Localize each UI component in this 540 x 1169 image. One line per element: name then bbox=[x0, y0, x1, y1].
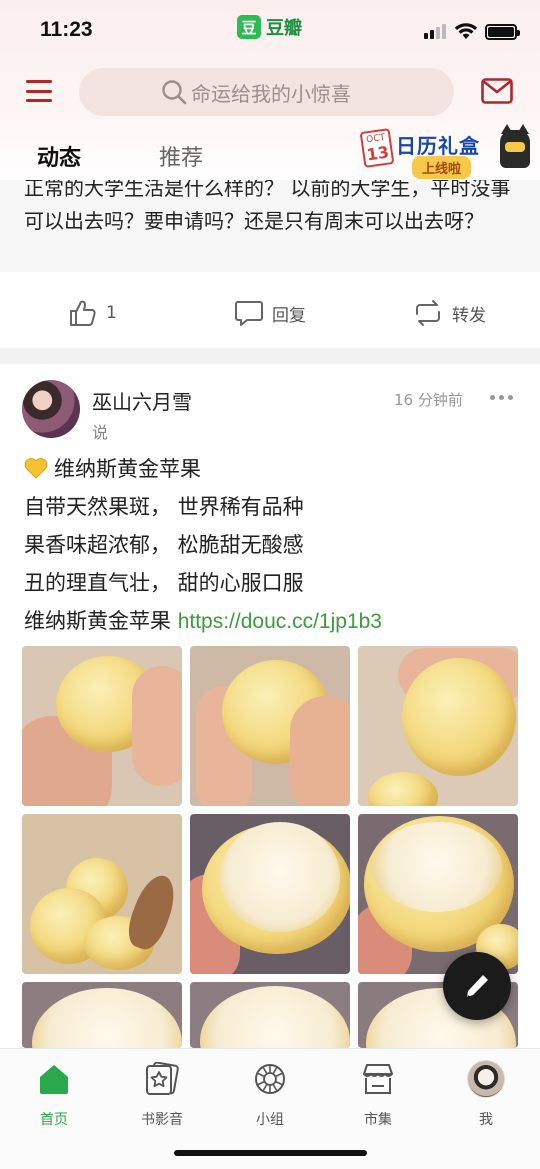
promo-title: 日历礼盒 bbox=[396, 134, 480, 158]
repost-label: 转发 bbox=[452, 305, 486, 326]
nav-home[interactable]: 首页 bbox=[14, 1059, 94, 1129]
calendar-gift-box-banner[interactable]: OCT 13 日历礼盒 上线啦 bbox=[350, 122, 536, 180]
post-image-3[interactable] bbox=[358, 646, 518, 806]
wifi-icon bbox=[454, 23, 478, 39]
post-line-2: 自带天然果斑， 世界稀有品种 bbox=[24, 495, 304, 519]
app-name: 豆瓣 bbox=[266, 18, 302, 39]
nav-groups[interactable]: 小组 bbox=[230, 1059, 310, 1129]
mail-icon[interactable] bbox=[481, 78, 513, 104]
home-icon bbox=[40, 1065, 68, 1094]
status-bar: 11:23 豆 豆瓣 bbox=[0, 0, 540, 62]
post-time: 16 分钟前 bbox=[394, 391, 463, 409]
nav-me[interactable]: 我 bbox=[446, 1059, 526, 1129]
author-avatar[interactable] bbox=[22, 380, 80, 438]
market-icon bbox=[363, 1064, 393, 1094]
post-image-7[interactable] bbox=[22, 982, 182, 1048]
battery-icon bbox=[485, 24, 520, 40]
search-bar[interactable]: 命运给我的小惊喜 bbox=[79, 68, 454, 116]
tab-following[interactable]: 动态 bbox=[37, 140, 82, 184]
search-placeholder: 命运给我的小惊喜 bbox=[191, 81, 351, 106]
app-badge: 豆 豆瓣 bbox=[237, 14, 302, 40]
post-line-4: 丑的理直气壮， 甜的心服口服 bbox=[24, 571, 304, 595]
yellow-heart-icon bbox=[24, 458, 48, 479]
calendar-icon: OCT 13 bbox=[359, 128, 395, 168]
reply-label: 回复 bbox=[272, 305, 306, 326]
status-time: 11:23 bbox=[40, 18, 93, 41]
author-name[interactable]: 巫山六月雪 bbox=[92, 386, 192, 415]
nav-market[interactable]: 市集 bbox=[338, 1059, 418, 1129]
reply-button[interactable]: 回复 bbox=[234, 298, 306, 328]
search-icon bbox=[162, 80, 187, 105]
feed-divider bbox=[0, 348, 540, 364]
repost-icon bbox=[416, 300, 440, 326]
post-action-bar: 1 回复 转发 bbox=[0, 272, 540, 352]
promo-subtitle: 上线啦 bbox=[412, 156, 472, 179]
post-image-6[interactable] bbox=[358, 814, 518, 974]
tab-recommended[interactable]: 推荐 bbox=[159, 140, 203, 172]
comment-icon bbox=[235, 301, 263, 326]
star-card-icon bbox=[146, 1062, 179, 1095]
post-image-2[interactable] bbox=[190, 646, 350, 806]
post-line-1: 维纳斯黄金苹果 bbox=[24, 450, 524, 488]
profile-avatar bbox=[467, 1060, 505, 1098]
group-icon bbox=[255, 1064, 285, 1094]
cat-mascot-icon bbox=[500, 124, 530, 168]
post-link[interactable]: https://douc.cc/1jp1b3 bbox=[178, 610, 382, 633]
menu-button[interactable] bbox=[26, 80, 52, 102]
repost-button[interactable]: 转发 bbox=[412, 298, 486, 328]
like-count: 1 bbox=[106, 303, 117, 323]
post-image-4[interactable] bbox=[22, 814, 182, 974]
home-indicator bbox=[174, 1150, 367, 1156]
nav-books-movies-music[interactable]: 书影音 bbox=[122, 1059, 202, 1129]
previous-post-text: 正常的大学生活是什么样的？ 以前的大学生，平时没事可以出去吗？要申请吗？还是只有… bbox=[24, 180, 511, 233]
post-image-1[interactable] bbox=[22, 646, 182, 806]
like-button[interactable]: 1 bbox=[68, 298, 117, 328]
thumbs-up-icon bbox=[70, 300, 96, 326]
post-image-5[interactable] bbox=[190, 814, 350, 974]
post-line-5: 维纳斯黄金苹果 https://douc.cc/1jp1b3 bbox=[24, 609, 382, 633]
compose-button[interactable] bbox=[443, 952, 511, 1020]
douban-logo-icon: 豆 bbox=[237, 15, 261, 39]
pen-icon bbox=[467, 975, 488, 998]
post-action-label: 说 bbox=[92, 423, 109, 442]
post-content[interactable]: 维纳斯黄金苹果 自带天然果斑， 世界稀有品种 果香味超浓郁， 松脆甜无酸感 丑的… bbox=[24, 450, 524, 641]
cellular-signal-icon bbox=[424, 24, 446, 39]
post-line-3: 果香味超浓郁， 松脆甜无酸感 bbox=[24, 533, 304, 557]
post-image-8[interactable] bbox=[190, 982, 350, 1048]
more-options-icon[interactable] bbox=[490, 395, 513, 400]
previous-post-content[interactable]: 正常的大学生活是什么样的？ 以前的大学生，平时没事可以出去吗？要申请吗？还是只有… bbox=[0, 180, 540, 272]
